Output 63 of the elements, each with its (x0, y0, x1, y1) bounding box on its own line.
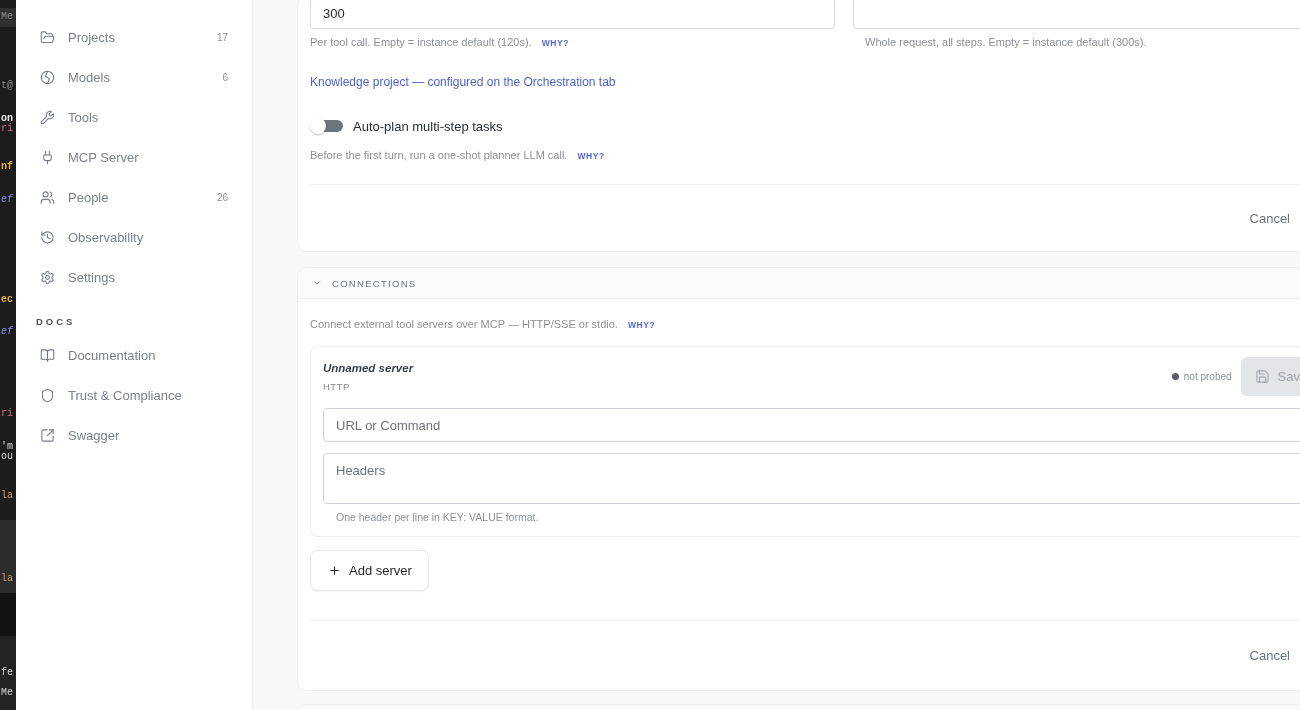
hint-text: One header per line in KEY: VALUE format. (336, 511, 539, 523)
history-icon (40, 229, 55, 245)
sidebar-item[interactable]: Settings (16, 257, 252, 297)
why-link[interactable]: WHY? (577, 150, 605, 163)
code-text: t@ (1, 81, 13, 91)
shield-icon (40, 387, 55, 403)
item-count: 17 (216, 31, 228, 43)
book-icon (40, 347, 55, 363)
wrench-icon (40, 109, 55, 125)
code-text: on (1, 114, 13, 124)
toggle-switch[interactable] (310, 118, 343, 134)
why-link[interactable]: WHY? (627, 319, 656, 332)
external-link-icon (40, 427, 55, 443)
code-text: fe (1, 668, 13, 678)
code-text: ef (1, 327, 13, 337)
code-text: ef (1, 195, 13, 205)
section-header[interactable]: CONNECTIONS (298, 268, 1300, 299)
code-text: ri (1, 409, 13, 419)
server-name: Unnamed server (323, 360, 414, 375)
plus-icon (328, 564, 341, 577)
section-description: Connect external tool servers over MCP — HTTP/SSE or stdio. (310, 318, 618, 331)
status-dot-icon (1171, 373, 1179, 380)
add-server-button[interactable]: Add server (310, 550, 429, 591)
sidebar-item[interactable]: Observability (16, 217, 252, 257)
settings-icon (40, 269, 55, 285)
timeout-field[interactable] (853, 0, 1300, 29)
plug-icon (40, 149, 55, 165)
code-text: ri (1, 124, 13, 134)
sidebar-item[interactable]: Swagger (16, 415, 252, 455)
sidebar-item[interactable]: Documentation (16, 335, 252, 375)
code-text: 'm (1, 442, 13, 452)
status-text: not probed (1183, 371, 1232, 382)
code-text: la (1, 574, 13, 584)
sidebar-item[interactable]: MCP Server (16, 137, 252, 177)
cancel-button[interactable]: Cancel (1249, 642, 1290, 669)
code-text: Me (1, 12, 13, 22)
section-heading: DOCS (36, 316, 76, 328)
timeout-field[interactable]: 300 (310, 0, 835, 29)
sidebar-item[interactable]: People 26 (16, 177, 252, 217)
cancel-button[interactable]: Cancel (1249, 204, 1290, 232)
circle-bolt-icon (40, 69, 55, 85)
why-link[interactable]: WHY? (541, 37, 570, 50)
item-count: 6 (222, 71, 228, 83)
headers-field[interactable]: Headers (323, 453, 1300, 504)
url-field[interactable]: URL or Command (323, 408, 1300, 442)
folder-icon (40, 29, 55, 45)
hint-text: Whole request, all steps. Empty = instance default (300s). (865, 36, 1147, 49)
code-text: ec (1, 295, 13, 305)
server-transport: HTTP (323, 380, 351, 393)
code-text: nf (1, 162, 13, 172)
knowledge-link[interactable]: Knowledge project — configured on the Orchestration tab (310, 75, 616, 89)
sidebar-item[interactable]: Models 6 (16, 57, 252, 97)
toggle-label: Auto-plan multi-step tasks (353, 118, 503, 134)
code-text: la (1, 491, 13, 501)
sidebar-item[interactable]: Projects 17 (16, 17, 252, 57)
hint-text: Before the first turn, run a one-shot planner LLM call. (310, 149, 568, 162)
item-count: 26 (216, 191, 228, 203)
users-icon (40, 189, 55, 205)
sidebar-item[interactable]: Tools (16, 97, 252, 137)
sidebar-item[interactable]: Trust & Compliance (16, 375, 252, 415)
hint-text: Per tool call. Empty = instance default (120s). (310, 36, 532, 49)
code-text: ou (1, 452, 13, 462)
code-text: Me (1, 688, 13, 698)
